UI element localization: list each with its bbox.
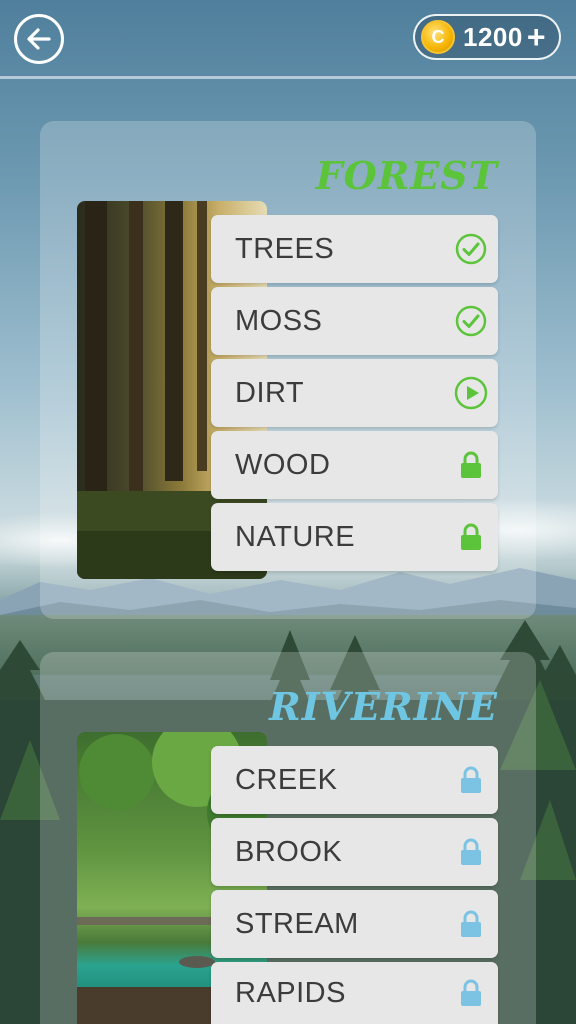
level-label: WOOD <box>235 448 331 481</box>
level-button-dirt[interactable]: DIRT <box>211 359 498 427</box>
level-label: CREEK <box>235 763 338 796</box>
add-coins-icon[interactable]: + <box>527 21 546 53</box>
level-button-moss[interactable]: MOSS <box>211 287 498 355</box>
level-button-wood[interactable]: WOOD <box>211 431 498 499</box>
category-title-riverine: RIVERINE <box>269 684 498 729</box>
coin-icon: C <box>421 20 455 54</box>
header-divider <box>0 76 576 79</box>
lock-icon <box>454 763 488 797</box>
level-button-nature[interactable]: NATURE <box>211 503 498 571</box>
category-panel-forest: FOREST TREES MOSS DIRT WOOD NATURE <box>40 121 536 619</box>
level-label: MOSS <box>235 304 323 337</box>
check-icon <box>454 304 488 338</box>
arrow-left-icon <box>27 28 51 50</box>
level-button-stream[interactable]: STREAM <box>211 890 498 958</box>
level-label: BROOK <box>235 835 343 868</box>
category-title-forest: FOREST <box>315 153 498 198</box>
lock-icon <box>454 907 488 941</box>
check-icon <box>454 232 488 266</box>
level-button-trees[interactable]: TREES <box>211 215 498 283</box>
level-label: TREES <box>235 232 335 265</box>
level-button-rapids[interactable]: RAPIDS <box>211 962 498 1024</box>
back-button[interactable] <box>14 14 64 64</box>
play-icon <box>454 376 488 410</box>
level-button-creek[interactable]: CREEK <box>211 746 498 814</box>
coin-count: 1200 <box>463 21 523 52</box>
category-panel-riverine: RIVERINE CREEK BROOK STREAM RAPIDS <box>40 652 536 1024</box>
lock-icon <box>454 448 488 482</box>
level-label: STREAM <box>235 907 359 940</box>
top-bar: C 1200 + <box>0 0 576 80</box>
level-label: RAPIDS <box>235 976 346 1009</box>
level-label: NATURE <box>235 520 356 553</box>
level-label: DIRT <box>235 376 305 409</box>
lock-icon <box>454 520 488 554</box>
lock-icon <box>454 835 488 869</box>
level-button-brook[interactable]: BROOK <box>211 818 498 886</box>
coin-balance[interactable]: C 1200 + <box>413 14 561 60</box>
lock-icon <box>454 976 488 1010</box>
